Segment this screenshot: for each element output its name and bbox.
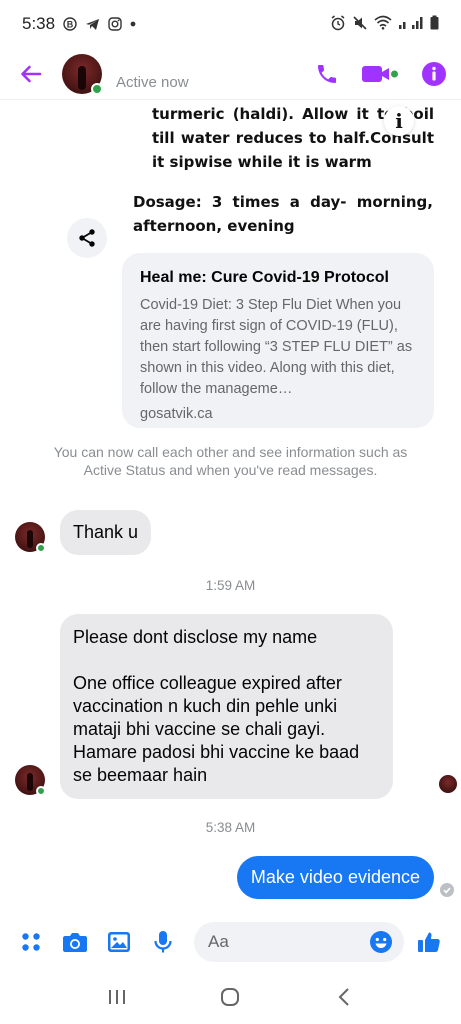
back-icon[interactable] xyxy=(324,977,364,1017)
instagram-icon xyxy=(108,17,122,31)
camera-icon[interactable] xyxy=(58,925,92,959)
info-overlay-icon[interactable]: i xyxy=(384,106,414,136)
mute-icon xyxy=(352,15,368,34)
sent-check-icon xyxy=(440,883,454,897)
b-circle-icon: B xyxy=(63,17,77,31)
home-icon[interactable] xyxy=(210,977,250,1017)
system-nav-bar xyxy=(0,970,461,1024)
recents-icon[interactable] xyxy=(97,977,137,1017)
emoji-icon[interactable] xyxy=(364,925,398,959)
message-text: Please dont disclose my name xyxy=(73,627,318,647)
read-receipt-avatar xyxy=(439,775,457,793)
status-time: 5:38 xyxy=(22,14,56,33)
link-description: Covid-19 Diet: 3 Step Flu Diet When you … xyxy=(140,297,413,397)
online-indicator xyxy=(91,82,103,95)
message-text: Thank u xyxy=(73,522,139,542)
telegram-icon xyxy=(85,18,100,31)
svg-text:B: B xyxy=(67,20,74,30)
gallery-icon[interactable] xyxy=(102,925,136,959)
contact-avatar-small[interactable] xyxy=(15,522,46,553)
conversation-header: Active now xyxy=(0,48,461,100)
contact-avatar-small[interactable] xyxy=(15,765,46,796)
online-indicator xyxy=(36,543,46,553)
active-status: Active now xyxy=(116,74,189,91)
link-domain: gosatvik.ca xyxy=(140,406,213,422)
phone-icon[interactable] xyxy=(315,62,339,86)
video-icon[interactable] xyxy=(361,63,399,85)
message-list[interactable]: turmeric (haldi). Allow it to boil till … xyxy=(0,100,461,910)
message-text: One office colleague expired after vacci… xyxy=(73,673,360,785)
timestamp: 1:59 AM xyxy=(205,578,256,593)
contact-avatar[interactable] xyxy=(62,53,103,95)
link-preview-card[interactable]: Heal me: Cure Covid-19 Protocol Covid-19… xyxy=(122,253,434,428)
dot-icon xyxy=(130,21,136,27)
status-bar: 5:38 B xyxy=(0,0,461,48)
composer xyxy=(0,916,461,968)
message-input[interactable] xyxy=(208,932,364,952)
back-arrow-icon[interactable] xyxy=(16,59,46,89)
share-icon[interactable] xyxy=(67,218,107,258)
incoming-message[interactable]: Please dont disclose my name One office … xyxy=(60,614,393,799)
apps-icon[interactable] xyxy=(14,925,48,959)
timestamp: 5:38 AM xyxy=(205,820,256,835)
online-indicator xyxy=(36,786,46,796)
battery-icon xyxy=(430,15,439,33)
wifi-icon xyxy=(374,15,392,33)
thumbs-up-icon[interactable] xyxy=(412,925,446,959)
message-text: Make video evidence xyxy=(250,867,420,887)
mic-icon[interactable] xyxy=(146,925,180,959)
signal-icon xyxy=(398,15,424,33)
incoming-message[interactable]: Thank u xyxy=(60,510,152,555)
outgoing-message[interactable]: Make video evidence xyxy=(236,856,434,899)
alarm-icon xyxy=(330,14,346,34)
info-icon[interactable] xyxy=(421,61,447,87)
dosage-text: Dosage: 3 times a day- morning, afternoo… xyxy=(133,193,433,235)
system-note: You can now call each other and see info… xyxy=(53,444,408,478)
message-input-box[interactable] xyxy=(194,922,404,962)
link-title: Heal me: Cure Covid-19 Protocol xyxy=(140,269,389,286)
